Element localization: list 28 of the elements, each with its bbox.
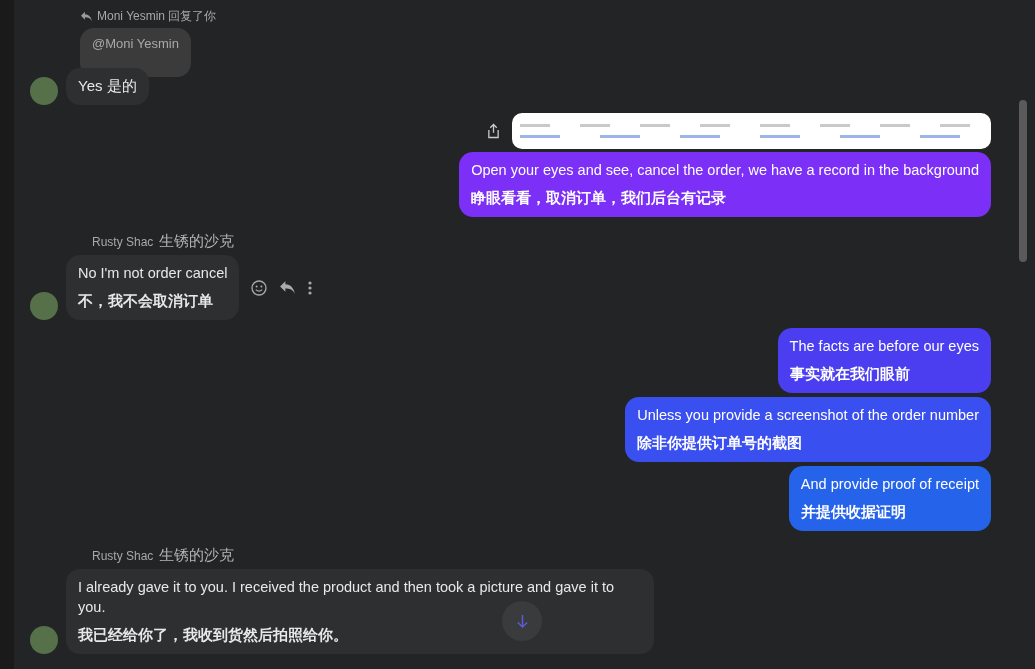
message-text: Yes 是的 — [78, 76, 137, 96]
translated-text: 除非你提供订单号的截图 — [637, 434, 804, 453]
translated-text: 不，我不会取消订单 — [78, 292, 214, 311]
message-text: Open your eyes and see, cancel the order, we have a record in the background — [471, 161, 979, 180]
share-icon[interactable] — [487, 123, 500, 139]
sender-name: Rusty Shac — [92, 235, 154, 249]
message-text: The facts are before our eyes — [789, 337, 979, 356]
message-text: No I'm not order cancel — [78, 264, 228, 283]
translated-text: 我已经给你了，我收到货然后拍照给你。 — [78, 626, 349, 645]
avatar — [30, 626, 58, 654]
sender-alias: 生锈的沙克 — [159, 232, 235, 251]
translated-text: 睁眼看看，取消订单，我们后台有记录 — [471, 189, 728, 208]
reply-icon[interactable] — [279, 280, 297, 295]
reply-icon — [80, 10, 93, 22]
avatar — [30, 77, 58, 105]
message-text: And provide proof of receipt — [800, 475, 979, 494]
avatar — [30, 292, 58, 320]
message-text: Unless you provide a screenshot of the order number — [637, 406, 979, 425]
more-icon[interactable] — [308, 280, 313, 295]
translated-text: 事实就在我们眼前 — [789, 365, 911, 384]
screenshot-thumbnail[interactable] — [512, 113, 991, 149]
sender-alias: 生锈的沙克 — [159, 546, 235, 565]
emoji-icon[interactable] — [251, 279, 268, 296]
message-text: I already gave it to you. I received the product and then took a picture and gave it to you. — [78, 578, 616, 617]
arrow-down-icon — [515, 613, 529, 629]
sender-name: Rusty Shac — [92, 549, 154, 563]
reply-header: Moni Yesmin 回复了你 — [97, 7, 217, 25]
translated-text: 并提供收据证明 — [800, 503, 907, 522]
